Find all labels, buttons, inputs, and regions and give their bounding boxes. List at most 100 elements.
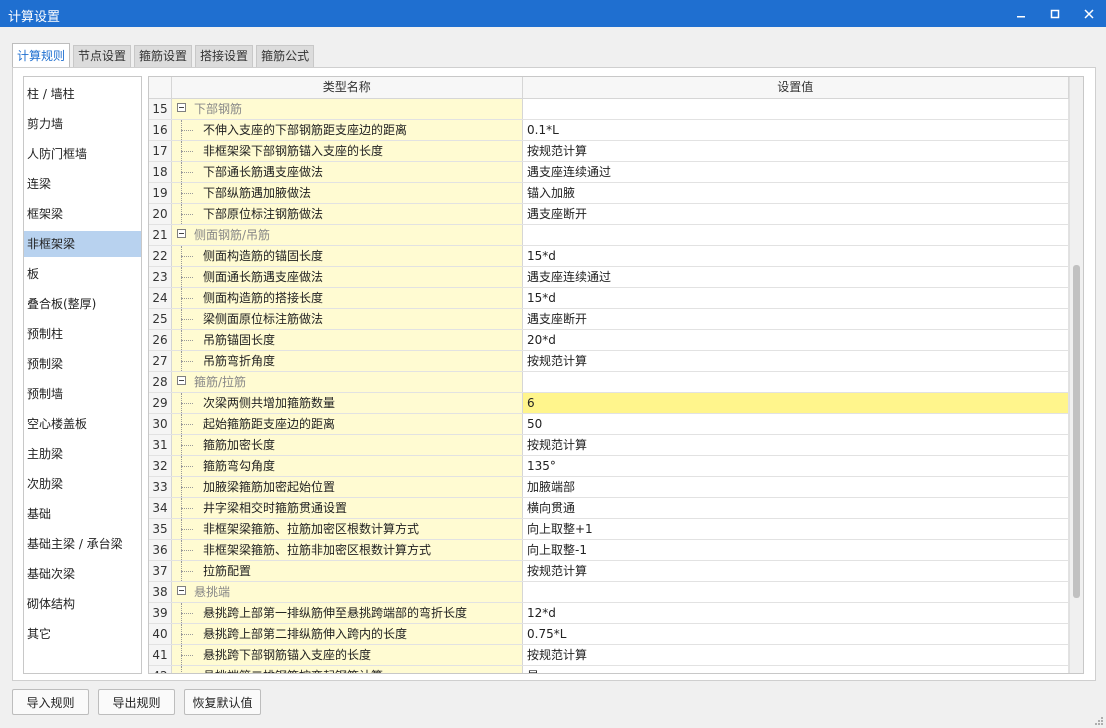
table-row[interactable]: 29 次梁两侧共增加箍筋数量 6: [149, 393, 1069, 414]
sidebar-item-precast-beam[interactable]: 预制梁: [24, 351, 141, 377]
table-row[interactable]: 25 梁侧面原位标注筋做法 遇支座断开: [149, 309, 1069, 330]
sidebar-item-main-rib-beam[interactable]: 主肋梁: [24, 441, 141, 467]
setting-value-cell[interactable]: 向上取整-1: [523, 540, 1069, 560]
tab-lap-settings[interactable]: 搭接设置: [195, 45, 254, 67]
type-name-cell: 吊筋锚固长度: [172, 330, 523, 350]
sidebar-item-slab[interactable]: 板: [24, 261, 141, 287]
collapse-icon[interactable]: [177, 229, 186, 238]
table-row[interactable]: 18 下部通长筋遇支座做法 遇支座连续通过: [149, 162, 1069, 183]
header-setting-value[interactable]: 设置值: [523, 77, 1069, 98]
sidebar-item-hollow-floor-slab[interactable]: 空心楼盖板: [24, 411, 141, 437]
header-type-name[interactable]: 类型名称: [172, 77, 523, 98]
sidebar-item-column[interactable]: 柱 / 墙柱: [24, 81, 141, 107]
tab-stirrup-settings[interactable]: 箍筋设置: [134, 45, 193, 67]
sidebar-item-coupling-beam[interactable]: 连梁: [24, 171, 141, 197]
table-row[interactable]: 33 加腋梁箍筋加密起始位置 加腋端部: [149, 477, 1069, 498]
table-row[interactable]: 40 悬挑跨上部第二排纵筋伸入跨内的长度 0.75*L: [149, 624, 1069, 645]
group-row[interactable]: 28 箍筋/拉筋: [149, 372, 1069, 393]
import-rules-button[interactable]: 导入规则: [12, 689, 89, 715]
setting-value-cell[interactable]: 50: [523, 414, 1069, 434]
table-row[interactable]: 37 拉筋配置 按规范计算: [149, 561, 1069, 582]
group-row[interactable]: 21 侧面钢筋/吊筋: [149, 225, 1069, 246]
setting-value-cell[interactable]: 12*d: [523, 603, 1069, 623]
setting-value-cell[interactable]: 按规范计算: [523, 351, 1069, 371]
setting-value-cell[interactable]: 20*d: [523, 330, 1069, 350]
sidebar-item-other[interactable]: 其它: [24, 621, 141, 647]
table-row[interactable]: 32 箍筋弯勾角度 135°: [149, 456, 1069, 477]
setting-value-cell[interactable]: 遇支座断开: [523, 309, 1069, 329]
maximize-button[interactable]: [1038, 0, 1072, 27]
table-row[interactable]: 39 悬挑跨上部第一排纵筋伸至悬挑跨端部的弯折长度 12*d: [149, 603, 1069, 624]
table-row[interactable]: 27 吊筋弯折角度 按规范计算: [149, 351, 1069, 372]
setting-value-cell[interactable]: 遇支座连续通过: [523, 162, 1069, 182]
sidebar-item-precast-wall[interactable]: 预制墙: [24, 381, 141, 407]
vertical-scrollbar[interactable]: [1069, 77, 1083, 673]
setting-value-cell[interactable]: 按规范计算: [523, 645, 1069, 665]
table-row[interactable]: 34 井字梁相交时箍筋贯通设置 横向贯通: [149, 498, 1069, 519]
table-row[interactable]: 24 侧面构造筋的搭接长度 15*d: [149, 288, 1069, 309]
table-row[interactable]: 35 非框架梁箍筋、拉筋加密区根数计算方式 向上取整+1: [149, 519, 1069, 540]
group-row[interactable]: 15 下部钢筋: [149, 99, 1069, 120]
setting-value-cell[interactable]: 遇支座断开: [523, 204, 1069, 224]
setting-value-cell[interactable]: 是: [523, 666, 1069, 673]
collapse-icon[interactable]: [177, 103, 186, 112]
sidebar-item-foundation[interactable]: 基础: [24, 501, 141, 527]
table-row[interactable]: 42 悬挑端第二排钢筋按弯起钢筋计算 是: [149, 666, 1069, 673]
close-button[interactable]: [1072, 0, 1106, 27]
sidebar-item-secondary-rib-beam[interactable]: 次肋梁: [24, 471, 141, 497]
collapse-icon[interactable]: [177, 586, 186, 595]
row-number: 32: [149, 456, 172, 476]
table-row[interactable]: 31 箍筋加密长度 按规范计算: [149, 435, 1069, 456]
resize-grip-icon[interactable]: [1094, 716, 1104, 726]
setting-value-cell[interactable]: 向上取整+1: [523, 519, 1069, 539]
setting-value-cell[interactable]: 横向贯通: [523, 498, 1069, 518]
table-row[interactable]: 30 起始箍筋距支座边的距离 50: [149, 414, 1069, 435]
table-row[interactable]: 20 下部原位标注钢筋做法 遇支座断开: [149, 204, 1069, 225]
table-row[interactable]: 23 侧面通长筋遇支座做法 遇支座连续通过: [149, 267, 1069, 288]
table-row[interactable]: 19 下部纵筋遇加腋做法 锚入加腋: [149, 183, 1069, 204]
sidebar-item-frame-beam[interactable]: 框架梁: [24, 201, 141, 227]
sidebar-item-non-frame-beam[interactable]: 非框架梁: [24, 231, 141, 257]
setting-value-cell[interactable]: 0.75*L: [523, 624, 1069, 644]
tab-stirrup-formula[interactable]: 箍筋公式: [256, 45, 315, 67]
setting-value-cell[interactable]: 按规范计算: [523, 141, 1069, 161]
setting-label: 箍筋弯勾角度: [203, 459, 276, 473]
sidebar-item-civil-defense-door-wall[interactable]: 人防门框墙: [24, 141, 141, 167]
setting-label: 非框架梁下部钢筋锚入支座的长度: [203, 144, 384, 158]
tree-branch-line: [181, 151, 193, 152]
table-row[interactable]: 26 吊筋锚固长度 20*d: [149, 330, 1069, 351]
restore-defaults-button[interactable]: 恢复默认值: [184, 689, 261, 715]
setting-value-cell[interactable]: 锚入加腋: [523, 183, 1069, 203]
setting-value-cell[interactable]: 6: [523, 393, 1069, 413]
sidebar-item-foundation-main-beam[interactable]: 基础主梁 / 承台梁: [24, 531, 141, 557]
setting-value-cell[interactable]: 遇支座连续通过: [523, 267, 1069, 287]
table-row[interactable]: 17 非框架梁下部钢筋锚入支座的长度 按规范计算: [149, 141, 1069, 162]
type-name-cell: 下部原位标注钢筋做法: [172, 204, 523, 224]
sidebar-item-masonry[interactable]: 砌体结构: [24, 591, 141, 617]
tab-node-settings[interactable]: 节点设置: [73, 45, 132, 67]
row-number: 27: [149, 351, 172, 371]
table-row[interactable]: 36 非框架梁箍筋、拉筋非加密区根数计算方式 向上取整-1: [149, 540, 1069, 561]
export-rules-button[interactable]: 导出规则: [98, 689, 175, 715]
table-row[interactable]: 16 不伸入支座的下部钢筋距支座边的距离 0.1*L: [149, 120, 1069, 141]
sidebar-item-foundation-secondary-beam[interactable]: 基础次梁: [24, 561, 141, 587]
setting-value-cell[interactable]: 15*d: [523, 288, 1069, 308]
sidebar-item-precast-column[interactable]: 预制柱: [24, 321, 141, 347]
sidebar-item-composite-slab[interactable]: 叠合板(整厚): [24, 291, 141, 317]
group-label: 箍筋/拉筋: [194, 375, 247, 389]
setting-value-cell[interactable]: 0.1*L: [523, 120, 1069, 140]
sidebar-item-shear-wall[interactable]: 剪力墙: [24, 111, 141, 137]
collapse-icon[interactable]: [177, 376, 186, 385]
table-row[interactable]: 41 悬挑跨下部钢筋锚入支座的长度 按规范计算: [149, 645, 1069, 666]
setting-value-cell[interactable]: 加腋端部: [523, 477, 1069, 497]
group-row[interactable]: 38 悬挑端: [149, 582, 1069, 603]
setting-value-cell[interactable]: 按规范计算: [523, 435, 1069, 455]
table-row[interactable]: 22 侧面构造筋的锚固长度 15*d: [149, 246, 1069, 267]
tab-calc-rules[interactable]: 计算规则: [12, 43, 71, 68]
minimize-button[interactable]: [1004, 0, 1038, 27]
setting-value-cell[interactable]: 按规范计算: [523, 561, 1069, 581]
scrollbar-thumb[interactable]: [1073, 265, 1080, 598]
setting-value-cell[interactable]: 15*d: [523, 246, 1069, 266]
type-name-cell: 下部钢筋: [172, 99, 523, 119]
setting-value-cell[interactable]: 135°: [523, 456, 1069, 476]
